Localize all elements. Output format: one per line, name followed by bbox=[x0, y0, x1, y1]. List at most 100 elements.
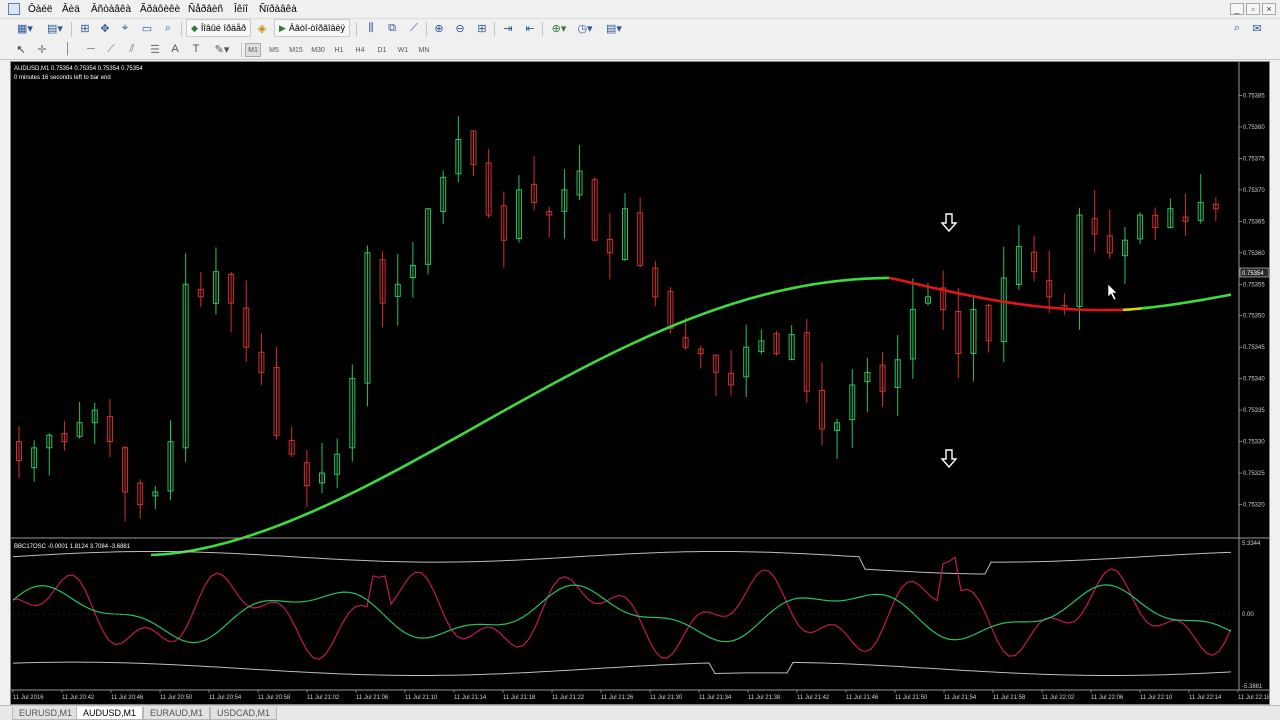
crosshair-icon[interactable]: ✛ bbox=[34, 41, 50, 57]
close-button[interactable]: × bbox=[1262, 3, 1276, 15]
candle bbox=[1015, 225, 1022, 290]
candle bbox=[818, 361, 825, 446]
price-tick-label: 0.75340 bbox=[1243, 377, 1265, 383]
time-tick-label: 11 Jul 21:22 bbox=[552, 695, 585, 701]
menu-file[interactable]: Ôàéë bbox=[28, 4, 52, 15]
price-tick-label: 0.75335 bbox=[1243, 408, 1265, 414]
search-icon[interactable]: ⌕ bbox=[1230, 19, 1244, 37]
navigator-icon[interactable]: ✥ bbox=[97, 19, 113, 37]
candle bbox=[637, 197, 644, 268]
price-tick-label: 0.75385 bbox=[1243, 93, 1265, 99]
strategy-tester-icon[interactable]: ⌕ bbox=[160, 19, 176, 37]
timeframe-m30[interactable]: M30 bbox=[308, 43, 328, 57]
ma-falling-segment bbox=[888, 276, 1130, 312]
candle bbox=[864, 357, 871, 413]
candle bbox=[728, 350, 735, 396]
new-order-button[interactable]: ◆ Íîâûé îðäåð bbox=[186, 19, 251, 37]
tab-eurusd[interactable]: EURUSD,M1 bbox=[12, 707, 80, 720]
candle bbox=[879, 352, 886, 407]
trendline-icon[interactable]: ⟋ bbox=[104, 41, 118, 57]
candle bbox=[1137, 212, 1144, 245]
channel-icon[interactable]: ⫽ bbox=[124, 41, 140, 57]
autotrading-button[interactable]: ▶ Àâòî-òîðãîâëÿ bbox=[274, 19, 350, 37]
candle bbox=[425, 207, 432, 275]
candle bbox=[91, 402, 98, 444]
bar-chart-icon[interactable]: ⫼ bbox=[363, 19, 379, 37]
candle bbox=[470, 130, 477, 177]
menu-tools[interactable]: Ñåðâèñ bbox=[188, 4, 223, 15]
chart-shift-icon[interactable]: ⇤ bbox=[522, 19, 538, 37]
menu-help[interactable]: Ñïðàâêà bbox=[259, 4, 297, 15]
meta-editor-icon[interactable]: ◈ bbox=[254, 19, 270, 37]
timeframe-mn[interactable]: MN bbox=[415, 43, 433, 57]
terminal-window: Ôàéë Âèä Âñòàâêà Ãðàôèêè Ñåðâèñ Îêíî Ñïð… bbox=[0, 0, 1280, 720]
profiles-icon[interactable]: ▤▾ bbox=[42, 19, 68, 37]
candle bbox=[591, 177, 598, 241]
time-tick-label: 11 Jul 2016 bbox=[13, 695, 44, 701]
cursor-icon[interactable]: ↖ bbox=[14, 41, 28, 57]
menu-window[interactable]: Îêíî bbox=[234, 4, 248, 15]
candle bbox=[16, 426, 22, 479]
time-tick-label: 11 Jul 20:46 bbox=[111, 695, 144, 701]
candle bbox=[652, 260, 659, 307]
restore-button[interactable]: ▫ bbox=[1246, 3, 1260, 15]
chart-window[interactable]: AUDUSD,M1 0.75354 0.75354 0.75354 0.7535… bbox=[10, 61, 1270, 705]
price-axis[interactable]: 0.75385 0.75380 0.75375 0.75370 0.75365 0.753… bbox=[1239, 93, 1265, 509]
time-tick-label: 11 Jul 22:14 bbox=[1189, 695, 1222, 701]
autoscroll-icon[interactable]: ⇥ bbox=[500, 19, 516, 37]
zoom-out-icon[interactable]: ⊖ bbox=[452, 19, 468, 37]
slow-oscillator-line bbox=[12, 584, 1232, 644]
timeframe-m5[interactable]: M5 bbox=[265, 43, 283, 57]
time-tick-label: 11 Jul 21:42 bbox=[797, 695, 830, 701]
timeframe-d1[interactable]: D1 bbox=[373, 43, 391, 57]
new-chart-icon[interactable]: ▦▾ bbox=[12, 19, 38, 37]
candle bbox=[1197, 174, 1204, 224]
timeframe-h1[interactable]: H1 bbox=[330, 43, 348, 57]
timeframe-h4[interactable]: H4 bbox=[351, 43, 369, 57]
time-tick-label: 11 Jul 21:58 bbox=[993, 695, 1026, 701]
menu-view[interactable]: Âèä bbox=[62, 4, 80, 15]
timeframe-m1[interactable]: M1 bbox=[245, 43, 261, 57]
candle bbox=[137, 479, 144, 519]
minimize-button[interactable]: _ bbox=[1230, 3, 1244, 15]
periods-icon[interactable]: ◷▾ bbox=[574, 19, 596, 37]
text-label-icon[interactable]: T bbox=[189, 41, 203, 57]
vertical-line-icon[interactable]: │ bbox=[62, 41, 74, 57]
app-icon bbox=[8, 3, 20, 15]
data-window-icon[interactable]: ⌖ bbox=[117, 19, 133, 37]
chart-canvas[interactable]: AUDUSD,M1 0.75354 0.75354 0.75354 0.7535… bbox=[11, 62, 1269, 704]
tile-windows-icon[interactable]: ⊞ bbox=[474, 19, 490, 37]
candle bbox=[334, 438, 341, 489]
fast-oscillator-line bbox=[12, 556, 1232, 660]
moving-average-line bbox=[150, 276, 1232, 557]
templates-icon[interactable]: ▤▾ bbox=[602, 19, 626, 37]
arrows-icon[interactable]: ✎▾ bbox=[210, 41, 234, 57]
candle bbox=[849, 369, 856, 449]
chat-icon[interactable]: ✉ bbox=[1250, 19, 1264, 37]
horizontal-line-icon[interactable]: ─ bbox=[84, 41, 98, 57]
terminal-icon[interactable]: ▭ bbox=[139, 19, 155, 37]
tab-euraud[interactable]: EURAUD,M1 bbox=[143, 707, 211, 720]
indicators-icon[interactable]: ⊕▾ bbox=[548, 19, 570, 37]
menu-charts[interactable]: Ãðàôèêè bbox=[140, 4, 180, 15]
price-tick-label: 0.75350 bbox=[1243, 314, 1265, 320]
time-tick-label: 11 Jul 20:50 bbox=[160, 695, 193, 701]
oscillator-tick-label: 5.3344 bbox=[1242, 541, 1261, 547]
market-watch-icon[interactable]: ⊞ bbox=[77, 19, 93, 37]
current-price-label: 0.75354 bbox=[1242, 271, 1264, 277]
fibonacci-icon[interactable]: ☰ bbox=[147, 41, 163, 57]
zoom-in-icon[interactable]: ⊕ bbox=[431, 19, 447, 37]
oscillator-header: BBC17OSC -0.0001 1.8124 3.7084 -3.6881 bbox=[14, 544, 131, 550]
tab-audusd[interactable]: AUDUSD,M1 bbox=[76, 707, 144, 720]
timeframe-w1[interactable]: W1 bbox=[394, 43, 412, 57]
price-tick-label: 0.75320 bbox=[1243, 503, 1265, 509]
line-chart-icon[interactable]: ⟋ bbox=[406, 19, 422, 37]
timeframe-m15[interactable]: M15 bbox=[286, 43, 306, 57]
text-icon[interactable]: A bbox=[168, 41, 182, 57]
menu-insert[interactable]: Âñòàâêà bbox=[91, 4, 131, 15]
candle bbox=[803, 318, 810, 404]
tab-usdcad[interactable]: USDCAD,M1 bbox=[210, 707, 278, 720]
candle bbox=[485, 149, 492, 218]
candlestick-icon[interactable]: ⧉ bbox=[384, 19, 400, 37]
time-axis[interactable]: 11 Jul 2016 11 Jul 20:42 11 Jul 20:46 11 Ju… bbox=[12, 690, 1269, 701]
